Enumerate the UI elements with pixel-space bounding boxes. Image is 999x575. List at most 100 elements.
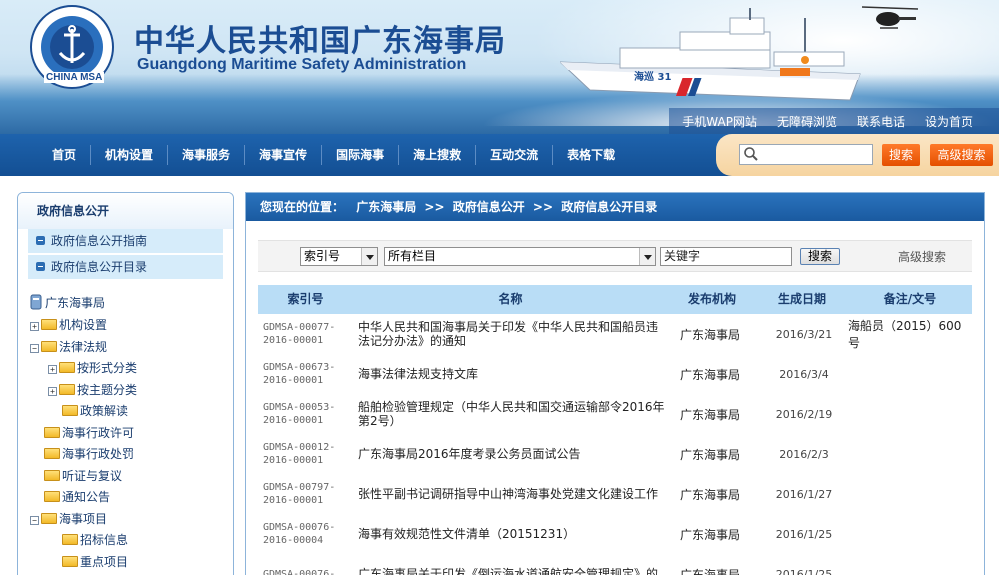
breadcrumb-separator: >> bbox=[532, 200, 554, 214]
tree-label: 海事行政许可 bbox=[62, 426, 135, 440]
tree-node-root[interactable]: 广东海事局 bbox=[30, 293, 105, 313]
ship-marking: 海巡 31 bbox=[634, 72, 672, 83]
cell-note bbox=[848, 474, 972, 514]
search-button[interactable]: 搜索 bbox=[800, 248, 840, 265]
tree-label: 按主题分类 bbox=[77, 383, 138, 397]
breadcrumb-item-home[interactable]: 广东海事局 bbox=[356, 200, 416, 214]
cell-note bbox=[848, 394, 972, 434]
tree-node-laws[interactable]: − 法律法规 bbox=[30, 337, 107, 357]
nav-item-forms[interactable]: 表格下载 bbox=[552, 145, 629, 165]
cell-date: 2016/1/25 bbox=[775, 527, 833, 541]
folder-icon bbox=[62, 556, 78, 567]
nav-item-international[interactable]: 国际海事 bbox=[321, 145, 398, 165]
cell-org: 广东海事局 bbox=[680, 367, 741, 382]
table-row: GDMSA-00797-2016-00001 张性平副书记调研指导中山神湾海事处… bbox=[258, 474, 972, 514]
tree-label: 海事项目 bbox=[59, 512, 108, 526]
patrol-ship-image bbox=[560, 8, 861, 101]
tree-label: 重点项目 bbox=[80, 555, 129, 569]
sidebar-tab-catalog[interactable]: 政府信息公开目录 bbox=[28, 255, 223, 279]
cell-name-link[interactable]: 张性平副书记调研指导中山神湾海事处党建文化建设工作 bbox=[358, 474, 668, 514]
table-row: GDMSA-00673-2016-00001 海事法律法规支持文库 广东海事局 … bbox=[258, 354, 972, 394]
nav-item-publicity[interactable]: 海事宣传 bbox=[244, 145, 321, 165]
cell-name-link[interactable]: 船舶检验管理规定（中华人民共和国交通运输部令2016年第2号） bbox=[358, 394, 668, 434]
cell-org: 广东海事局 bbox=[680, 567, 741, 575]
collapse-icon bbox=[36, 236, 45, 245]
cell-name-link[interactable]: 中华人民共和国海事局关于印发《中华人民共和国船员违法记分办法》的通知 bbox=[358, 314, 668, 354]
quick-link-wap[interactable]: 手机WAP网站 bbox=[682, 113, 757, 130]
sidebar-tab-label: 政府信息公开指南 bbox=[51, 234, 148, 248]
collapse-icon bbox=[36, 262, 45, 271]
cell-name-link[interactable]: 广东海事局2016年度考录公务员面试公告 bbox=[358, 434, 668, 474]
breadcrumb-item-open-info[interactable]: 政府信息公开 bbox=[453, 200, 525, 214]
folder-icon bbox=[62, 405, 78, 416]
tree-label: 听证与复议 bbox=[62, 469, 123, 483]
cell-name-link[interactable]: 广东海事局关于印发《倒运海水道通航安全管理规定》的 bbox=[358, 554, 668, 575]
table-row: GDMSA-00077-2016-00001 中华人民共和国海事局关于印发《中华… bbox=[258, 314, 972, 354]
tree-label: 海事行政处罚 bbox=[62, 447, 135, 461]
tree-label: 政策解读 bbox=[80, 404, 129, 418]
table-row: GDMSA-00076-2016-00004 海事有效规范性文件清单（20151… bbox=[258, 514, 972, 554]
column-select[interactable]: 所有栏目 bbox=[384, 247, 656, 266]
cell-date: 2016/3/4 bbox=[779, 367, 829, 381]
tree-label: 广东海事局 bbox=[45, 296, 106, 310]
cell-note: 海船员（2015）600号 bbox=[848, 319, 962, 350]
nav-item-interaction[interactable]: 互动交流 bbox=[475, 145, 552, 165]
column-header-org: 发布机构 bbox=[687, 292, 736, 306]
tree-node-notice[interactable]: 通知公告 bbox=[44, 487, 110, 507]
tree-node-hearing[interactable]: 听证与复议 bbox=[44, 466, 122, 486]
sidebar: 政府信息公开 政府信息公开指南 政府信息公开目录 广东海事局 + 机构设置 − 法律… bbox=[17, 192, 234, 575]
column-header-date: 生成日期 bbox=[777, 292, 826, 306]
collapse-icon[interactable]: − bbox=[30, 516, 39, 525]
tree-node-tender[interactable]: 招标信息 bbox=[62, 530, 128, 550]
tree-node-projects[interactable]: − 海事项目 bbox=[30, 509, 107, 529]
quick-link-accessible[interactable]: 无障碍浏览 bbox=[777, 113, 837, 130]
folder-icon bbox=[41, 319, 57, 330]
advanced-search-link[interactable]: 高级搜索 bbox=[898, 248, 946, 265]
tree-node-penalty[interactable]: 海事行政处罚 bbox=[44, 444, 134, 464]
quick-link-contact[interactable]: 联系电话 bbox=[857, 113, 905, 130]
cell-name-link[interactable]: 海事法律法规支持文库 bbox=[358, 354, 668, 394]
tree-node-policy[interactable]: 政策解读 bbox=[62, 401, 128, 421]
tree-node-license[interactable]: 海事行政许可 bbox=[44, 423, 134, 443]
column-header-note: 备注/文号 bbox=[883, 292, 937, 306]
folder-icon bbox=[62, 534, 78, 545]
tree-node-organization[interactable]: + 机构设置 bbox=[30, 315, 107, 335]
quick-link-set-home[interactable]: 设为首页 bbox=[925, 113, 973, 130]
expand-icon[interactable]: + bbox=[48, 387, 57, 396]
sidebar-tab-guide[interactable]: 政府信息公开指南 bbox=[28, 229, 223, 253]
tree-node-by-form[interactable]: + 按形式分类 bbox=[48, 358, 137, 378]
nav-item-services[interactable]: 海事服务 bbox=[167, 145, 244, 165]
chevron-down-icon bbox=[361, 248, 377, 265]
logo-text-bottom: CHINA MSA bbox=[44, 72, 105, 83]
cell-note bbox=[848, 434, 972, 474]
sidebar-tab-label: 政府信息公开目录 bbox=[51, 260, 148, 274]
top-search-input[interactable] bbox=[739, 144, 873, 165]
expand-icon[interactable]: + bbox=[48, 365, 57, 374]
nav-item-home[interactable]: 首页 bbox=[38, 145, 90, 165]
tree-node-by-topic[interactable]: + 按主题分类 bbox=[48, 380, 137, 400]
expand-icon[interactable]: + bbox=[30, 322, 39, 331]
advanced-search-button[interactable]: 高级搜索 bbox=[930, 144, 993, 166]
cell-date: 2016/2/19 bbox=[775, 407, 833, 421]
breadcrumb-item-catalog[interactable]: 政府信息公开目录 bbox=[561, 200, 657, 214]
breadcrumb-separator: >> bbox=[424, 200, 445, 214]
cell-date: 2016/1/27 bbox=[775, 487, 833, 501]
tree-node-key-projects[interactable]: 重点项目 bbox=[62, 552, 128, 572]
folder-icon bbox=[44, 448, 60, 459]
index-select-value: 索引号 bbox=[304, 249, 341, 263]
cell-name-link[interactable]: 海事有效规范性文件清单（20151231） bbox=[358, 514, 668, 554]
cell-index: GDMSA-00797-2016-00001 bbox=[263, 482, 336, 506]
nav-item-organization[interactable]: 机构设置 bbox=[90, 145, 167, 165]
tree-label: 按形式分类 bbox=[77, 361, 138, 375]
cell-org: 广东海事局 bbox=[680, 527, 741, 542]
cell-note bbox=[848, 554, 972, 575]
collapse-icon[interactable]: − bbox=[30, 344, 39, 353]
top-search-button[interactable]: 搜索 bbox=[882, 144, 920, 166]
nav-item-rescue[interactable]: 海上搜救 bbox=[398, 145, 475, 165]
keyword-input[interactable]: 关键字 bbox=[660, 247, 792, 266]
sidebar-title: 政府信息公开 bbox=[18, 193, 233, 229]
helicopter-image bbox=[861, 6, 919, 29]
table-row: GDMSA-00012-2016-00001 广东海事局2016年度考录公务员面… bbox=[258, 434, 972, 474]
index-select[interactable]: 索引号 bbox=[300, 247, 378, 266]
tree-label: 法律法规 bbox=[59, 340, 108, 354]
